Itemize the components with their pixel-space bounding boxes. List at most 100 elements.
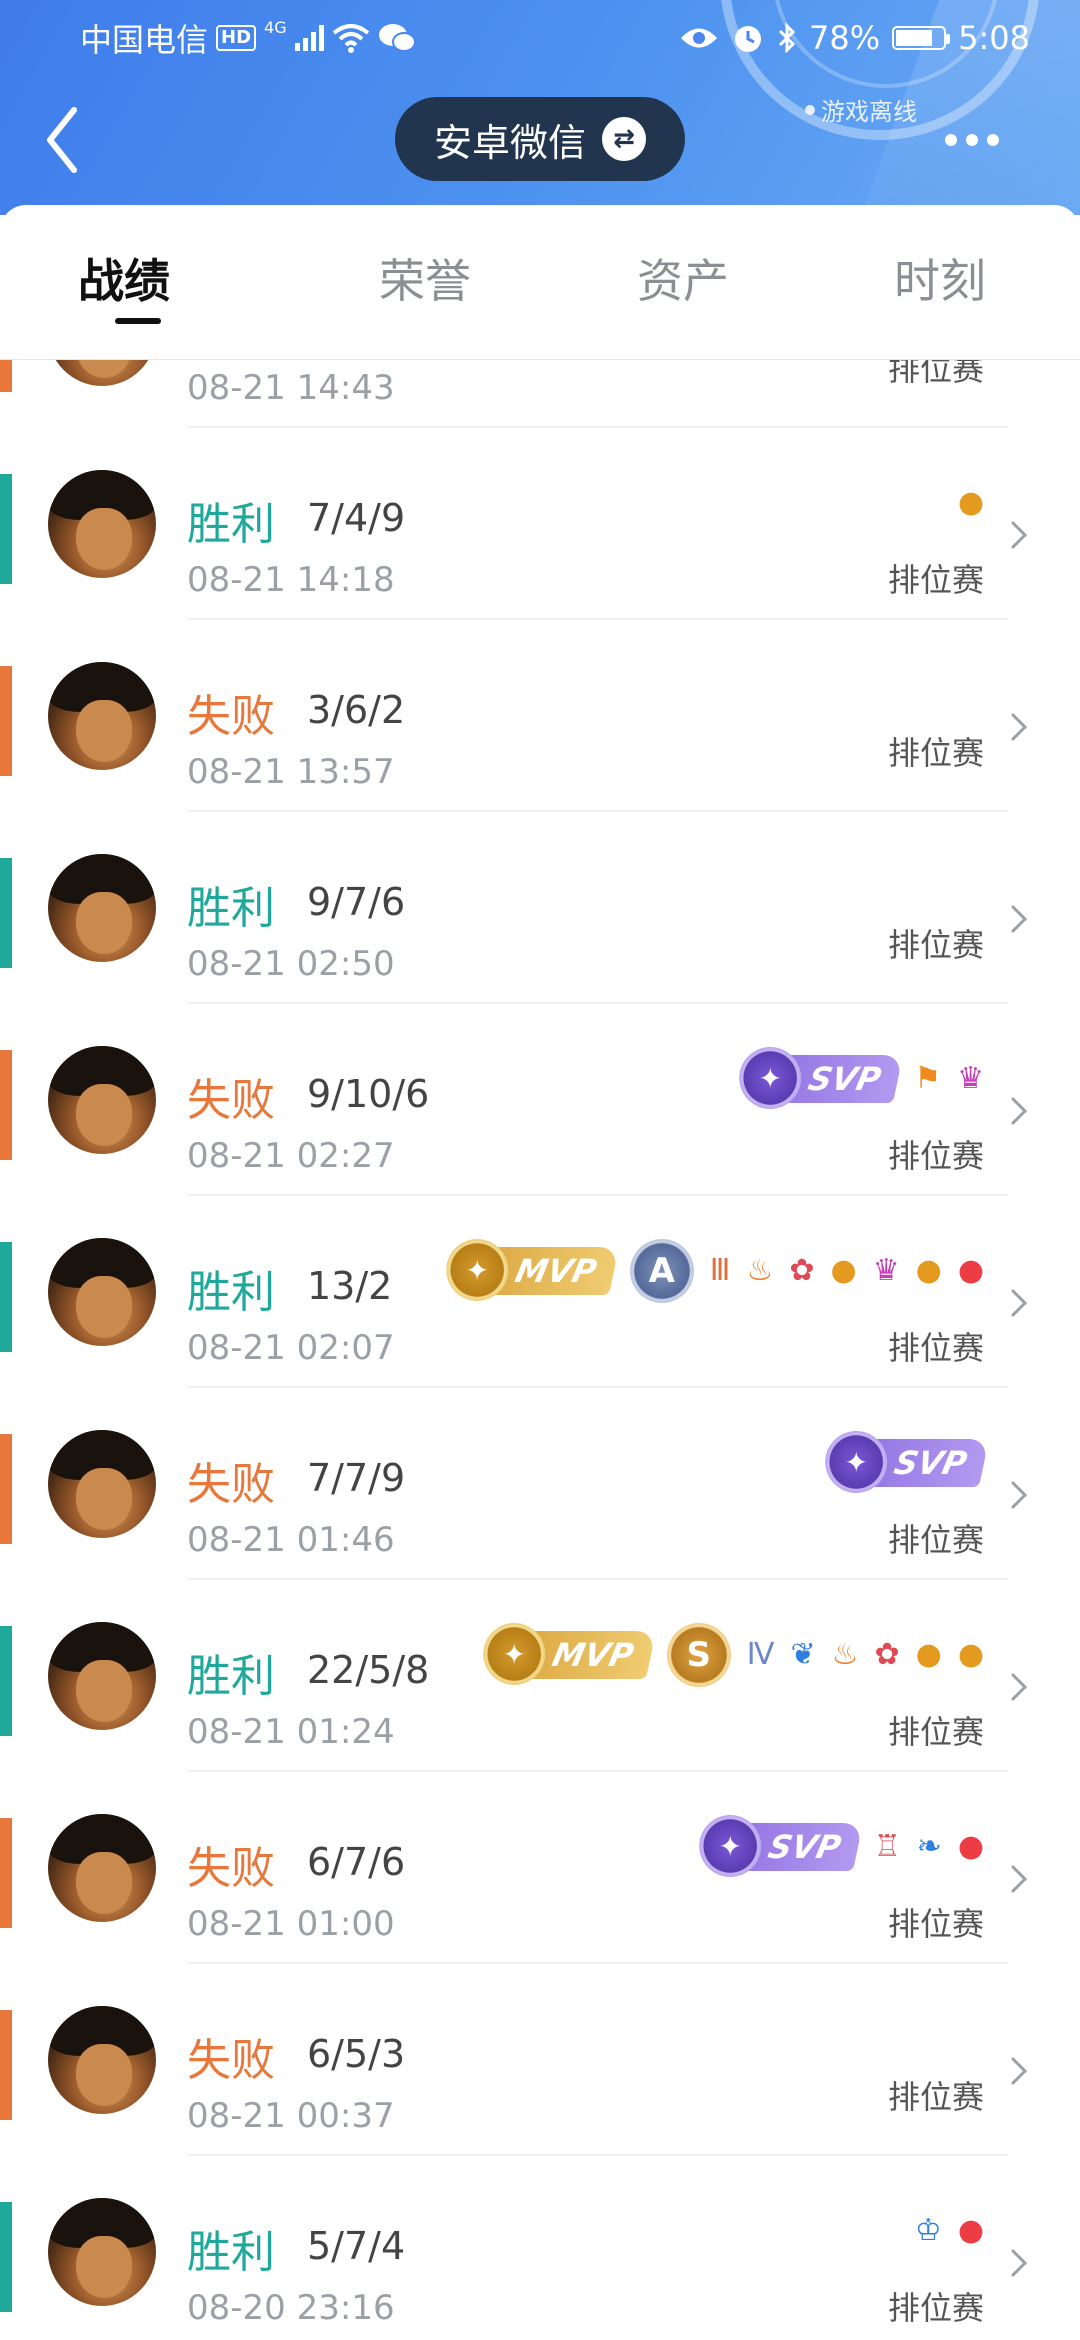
chevron-right-icon <box>1011 2249 1028 2277</box>
match-time: 08-21 00:37 <box>187 2096 395 2136</box>
result-color-bar <box>0 1626 12 1736</box>
hero-avatar <box>48 1046 156 1154</box>
carrier-label: 中国电信 <box>80 21 209 59</box>
svp-medal: ✦ SVP <box>739 1047 904 1109</box>
badge-row: ✦ SVP ⚑ ♛ <box>739 1047 984 1109</box>
grade-badge: A <box>629 1239 694 1303</box>
gold-coins-icon: ● <box>915 1637 942 1672</box>
signal-icon <box>294 25 324 51</box>
status-dot-icon <box>805 104 815 115</box>
match-mode: 排位赛 <box>887 360 984 388</box>
result-color-bar <box>0 1050 12 1160</box>
match-time: 08-21 02:07 <box>187 1328 395 1368</box>
tab-record[interactable]: 战绩 <box>78 245 258 315</box>
app-header: 中国电信 HD 4G 78% 5:08 安卓微信 ⇄ 游戏离线 <box>0 0 1080 215</box>
avatar-face <box>76 1852 132 1914</box>
tab-honor[interactable]: 荣誉 <box>335 245 515 315</box>
result-color-bar <box>0 1434 12 1544</box>
result-color-bar <box>0 666 12 776</box>
hero-avatar <box>48 1622 156 1730</box>
hero-avatar <box>48 2198 156 2306</box>
tab-moments[interactable]: 时刻 <box>850 245 1030 315</box>
badge-row: ● <box>958 478 984 528</box>
medal-gem-icon: ✦ <box>698 1815 761 1877</box>
lotus-icon: ✿ <box>789 1253 815 1288</box>
kda-score: 7/7/9 <box>307 1456 406 1500</box>
hero-avatar <box>48 2006 156 2114</box>
match-list[interactable]: 08-21 14:43 排位赛 胜利 7/4/9 08-21 14:18 排位赛 ● 失败 3/… <box>0 360 1080 2340</box>
kda-score: 3/6/2 <box>307 688 406 732</box>
medal-label: SVP <box>764 1828 844 1866</box>
badge-row: ✦ SVP ♖ ❧ ● <box>698 1815 984 1877</box>
hero-avatar <box>48 1430 156 1538</box>
match-mode: 排位赛 <box>887 1521 984 1559</box>
match-result: 失败 <box>187 1843 275 1894</box>
medal-label: MVP <box>548 1636 637 1674</box>
hd-icon: HD <box>216 25 257 51</box>
grade-badge: S <box>666 1623 731 1687</box>
match-row[interactable]: 失败 9/10/6 08-21 02:27 排位赛 ✦ SVP ⚑ ♛ <box>0 1004 1080 1196</box>
match-time: 08-21 13:57 <box>187 752 395 792</box>
account-switcher[interactable]: 安卓微信 ⇄ <box>395 97 685 181</box>
match-mode: 排位赛 <box>887 1713 984 1751</box>
kda-score: 5/7/4 <box>307 2224 406 2268</box>
gold-coins-icon: ● <box>957 485 984 520</box>
match-time: 08-21 02:50 <box>187 944 395 984</box>
clock: 5:08 <box>958 19 1030 57</box>
match-row[interactable]: 失败 6/5/3 08-21 00:37 排位赛 <box>0 1964 1080 2156</box>
match-row[interactable]: 失败 7/7/9 08-21 01:46 排位赛 ✦ SVP <box>0 1388 1080 1580</box>
match-row[interactable]: 胜利 7/4/9 08-21 14:18 排位赛 ● <box>0 428 1080 620</box>
match-result: 胜利 <box>187 2227 275 2278</box>
chevron-right-icon <box>1011 1289 1028 1317</box>
wechat-icon <box>378 24 416 52</box>
tab-bar: 战绩 荣誉 资产 时刻 <box>0 205 1080 360</box>
avatar-face <box>76 2236 132 2298</box>
result-color-bar <box>0 2010 12 2120</box>
match-result: 失败 <box>187 1459 275 1510</box>
match-mode: 排位赛 <box>887 1137 984 1175</box>
hero-avatar <box>48 1238 156 1346</box>
match-result: 失败 <box>187 1075 275 1126</box>
badge-row: ♔ ● <box>915 2206 984 2256</box>
match-time: 08-21 01:46 <box>187 1520 395 1560</box>
hero-avatar <box>48 470 156 578</box>
match-row[interactable]: 失败 6/7/6 08-21 01:00 排位赛 ✦ SVP ♖ ❧ ● <box>0 1772 1080 1964</box>
match-time: 08-21 14:18 <box>187 560 395 600</box>
tower-icon: ♖ <box>873 1829 901 1864</box>
match-mode: 排位赛 <box>887 2078 984 2116</box>
hero-avatar <box>48 854 156 962</box>
network-type: 4G <box>264 18 287 37</box>
match-result: 失败 <box>187 691 275 742</box>
kda-score: 13/2 <box>307 1264 393 1308</box>
chevron-right-icon <box>1011 521 1028 549</box>
svp-medal: ✦ SVP <box>698 1815 863 1877</box>
match-result: 胜利 <box>187 499 275 550</box>
more-button[interactable] <box>945 120 1015 160</box>
fire-icon: ♨ <box>746 1253 774 1288</box>
avatar-face <box>76 1084 132 1146</box>
blood-drop-icon: ● <box>957 1253 984 1288</box>
wifi-icon <box>332 24 369 53</box>
match-row[interactable]: 胜利 22/5/8 08-21 01:24 排位赛 ✦ MVP S Ⅳ ❦ ♨ ✿ ● ● <box>0 1580 1080 1772</box>
match-row[interactable]: 胜利 13/2 08-21 02:07 排位赛 ✦ MVP A Ⅲ ♨ ✿ ● ♛ ● ● <box>0 1196 1080 1388</box>
wings-icon: ❧ <box>916 1829 942 1864</box>
chevron-right-icon <box>1011 1097 1028 1125</box>
match-result: 胜利 <box>187 1267 275 1318</box>
match-row[interactable]: 08-21 14:43 排位赛 <box>0 360 1080 428</box>
gold-coins-icon: ● <box>915 1253 942 1288</box>
match-mode: 排位赛 <box>887 734 984 772</box>
medal-label: MVP <box>511 1252 600 1290</box>
chevron-right-icon <box>1011 1673 1028 1701</box>
hero-avatar <box>48 360 156 386</box>
medal-label: SVP <box>804 1060 885 1098</box>
match-time: 08-21 01:00 <box>187 1904 395 1944</box>
result-color-bar <box>0 1818 12 1928</box>
match-result: 失败 <box>187 2035 275 2086</box>
match-row[interactable]: 胜利 9/7/6 08-21 02:50 排位赛 <box>0 812 1080 1004</box>
back-button[interactable] <box>40 100 90 180</box>
game-status-label: 游戏离线 <box>821 98 917 126</box>
match-row[interactable]: 失败 3/6/2 08-21 13:57 排位赛 <box>0 620 1080 812</box>
blood-drop-icon: ● <box>957 2213 984 2248</box>
match-row[interactable]: 胜利 5/7/4 08-20 23:16 排位赛 ♔ ● <box>0 2156 1080 2340</box>
tab-assets[interactable]: 资产 <box>593 245 773 315</box>
